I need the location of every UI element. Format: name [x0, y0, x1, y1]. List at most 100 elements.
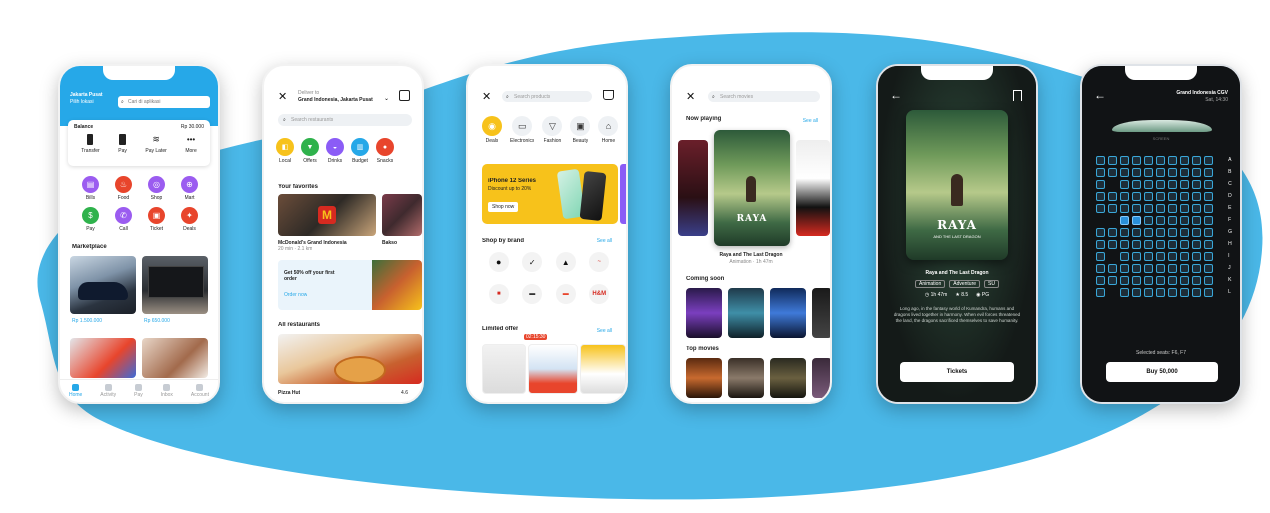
- seat-available[interactable]: [1180, 264, 1189, 273]
- seat-available[interactable]: [1180, 288, 1189, 297]
- seat-available[interactable]: [1120, 240, 1129, 249]
- puma-logo-icon[interactable]: ~: [589, 252, 610, 272]
- service-cart[interactable]: ⊕ Mart: [173, 176, 206, 201]
- seat-available[interactable]: [1108, 156, 1117, 165]
- tab-home[interactable]: Home: [69, 384, 82, 398]
- seat-available[interactable]: [1120, 288, 1129, 297]
- search-bar[interactable]: ⌕ Search restaurants: [278, 114, 412, 126]
- adidas-logo-icon[interactable]: ▲: [555, 252, 576, 272]
- seat-available[interactable]: [1096, 156, 1105, 165]
- seat-available[interactable]: [1108, 168, 1117, 177]
- seat-available[interactable]: [1120, 264, 1129, 273]
- seat-available[interactable]: [1168, 168, 1177, 177]
- wallet-pay-button[interactable]: Pay: [118, 134, 127, 154]
- seat-available[interactable]: [1132, 264, 1141, 273]
- seat-available[interactable]: [1204, 168, 1213, 177]
- top-poster-4[interactable]: [812, 358, 830, 398]
- seat-available[interactable]: [1120, 252, 1129, 261]
- seat-available[interactable]: [1108, 264, 1117, 273]
- seat-available[interactable]: [1156, 228, 1165, 237]
- category-beauty[interactable]: ▣ Beauty: [570, 116, 591, 144]
- seat-available[interactable]: [1120, 180, 1129, 189]
- service-shop[interactable]: ◎ Shop: [140, 176, 173, 201]
- wallet-more-button[interactable]: ••• More: [185, 134, 196, 154]
- seat-available[interactable]: [1096, 192, 1105, 201]
- samsung-logo-icon[interactable]: ▬: [522, 284, 543, 304]
- seat-available[interactable]: [1180, 180, 1189, 189]
- seat-available[interactable]: [1192, 264, 1201, 273]
- brands-see-all[interactable]: See all: [597, 238, 612, 244]
- seat-available[interactable]: [1192, 228, 1201, 237]
- seat-available[interactable]: [1156, 276, 1165, 285]
- listing-tv-image[interactable]: [142, 256, 208, 314]
- listing3-image[interactable]: [70, 338, 136, 378]
- seat-available[interactable]: [1168, 276, 1177, 285]
- seat-available[interactable]: [1096, 264, 1105, 273]
- seat-selected[interactable]: [1120, 216, 1129, 225]
- seat-available[interactable]: [1204, 264, 1213, 273]
- seat-available[interactable]: [1144, 192, 1153, 201]
- seat-available[interactable]: [1108, 228, 1117, 237]
- seat-available[interactable]: [1192, 168, 1201, 177]
- service-food[interactable]: ♨ Food: [107, 176, 140, 201]
- seat-available[interactable]: [1192, 240, 1201, 249]
- service-pay[interactable]: $ Pay: [74, 207, 107, 232]
- category-fashion[interactable]: ▽ Fashion: [542, 116, 563, 144]
- seat-available[interactable]: [1144, 276, 1153, 285]
- seat-available[interactable]: [1192, 156, 1201, 165]
- restaurant2-image[interactable]: [382, 194, 422, 236]
- poster-left[interactable]: [678, 140, 708, 236]
- seat-available[interactable]: [1108, 276, 1117, 285]
- seat-available[interactable]: [1156, 264, 1165, 273]
- seat-available[interactable]: [1204, 156, 1213, 165]
- seat-available[interactable]: [1144, 288, 1153, 297]
- banner-cta[interactable]: Order now: [284, 292, 307, 298]
- seat-available[interactable]: [1204, 204, 1213, 213]
- promo-banner[interactable]: iPhone 12 Series Discount up to 20% Shop…: [482, 164, 618, 224]
- seat-available[interactable]: [1156, 168, 1165, 177]
- seat-available[interactable]: [1204, 228, 1213, 237]
- seat-available[interactable]: [1132, 276, 1141, 285]
- seat-available[interactable]: [1180, 228, 1189, 237]
- category-budget[interactable]: ▥ Budget: [351, 138, 369, 164]
- close-icon[interactable]: ✕: [278, 90, 287, 103]
- seat-available[interactable]: [1096, 228, 1105, 237]
- listing4-image[interactable]: [142, 338, 208, 378]
- seat-available[interactable]: [1168, 180, 1177, 189]
- service-deal[interactable]: ✦ Deals: [173, 207, 206, 232]
- seat-available[interactable]: [1096, 276, 1105, 285]
- cart-icon[interactable]: [603, 90, 614, 100]
- seat-available[interactable]: [1192, 252, 1201, 261]
- listing-car-image[interactable]: [70, 256, 136, 314]
- product3-image[interactable]: [580, 344, 626, 394]
- soon-poster-1[interactable]: [686, 288, 722, 338]
- seat-available[interactable]: [1192, 180, 1201, 189]
- seat-available[interactable]: [1192, 204, 1201, 213]
- hm-logo-icon[interactable]: H&M: [589, 284, 610, 304]
- service-ticket[interactable]: ▣ Ticket: [140, 207, 173, 232]
- banner-next-peek[interactable]: [620, 164, 626, 224]
- tab-pay[interactable]: Pay: [134, 384, 143, 398]
- seat-available[interactable]: [1120, 192, 1129, 201]
- cart-icon[interactable]: [399, 90, 410, 101]
- search-bar[interactable]: ⌕ Search products: [502, 91, 592, 102]
- seat-available[interactable]: [1144, 156, 1153, 165]
- seat-available[interactable]: [1120, 156, 1129, 165]
- pizza-image[interactable]: [278, 334, 422, 384]
- seat-available[interactable]: [1192, 216, 1201, 225]
- category-electronics[interactable]: ▭ Electronics: [510, 116, 534, 144]
- seat-available[interactable]: [1168, 204, 1177, 213]
- seat-available[interactable]: [1204, 180, 1213, 189]
- soon-poster-2[interactable]: [728, 288, 764, 338]
- seat-available[interactable]: [1096, 252, 1105, 261]
- featured-poster[interactable]: RAYA: [714, 130, 790, 246]
- category-local[interactable]: ◧ Local: [276, 138, 294, 164]
- seat-available[interactable]: [1156, 240, 1165, 249]
- seat-available[interactable]: [1204, 240, 1213, 249]
- seat-available[interactable]: [1144, 204, 1153, 213]
- wallet-transfer-button[interactable]: Transfer: [81, 134, 100, 154]
- category-deals[interactable]: ◉ Deals: [482, 116, 502, 144]
- seat-available[interactable]: [1168, 288, 1177, 297]
- close-icon[interactable]: ✕: [686, 90, 695, 103]
- seat-available[interactable]: [1108, 204, 1117, 213]
